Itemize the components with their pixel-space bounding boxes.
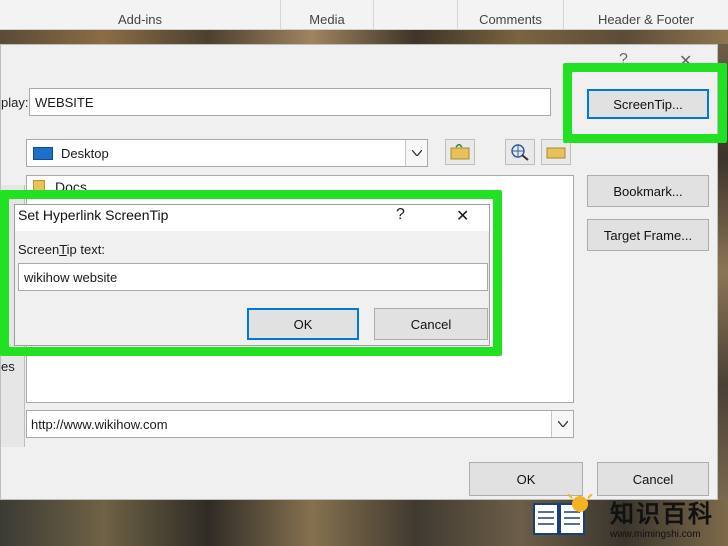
help-icon[interactable]: ? [396, 206, 405, 224]
desktop-icon [33, 146, 53, 160]
cancel-button-label: Cancel [632, 471, 674, 487]
background-photo-top [0, 30, 728, 44]
label-mnemonic: T [59, 242, 67, 257]
list-item[interactable]: Docs [33, 179, 87, 195]
bookmark-button-label: Bookmark... [613, 183, 683, 199]
ribbon-bar: Add-ins Media Comments Header & Footer [0, 0, 728, 30]
ribbon-group-label: Header & Footer [597, 11, 695, 27]
ribbon-spacer [373, 0, 457, 30]
link-to-label-partial: d [1, 273, 9, 288]
chevron-down-icon[interactable] [551, 411, 573, 437]
screentip-text-field[interactable]: wikihow website [18, 263, 488, 291]
dialog-title: Set Hyperlink ScreenTip [18, 207, 169, 223]
ok-button-label: OK [293, 316, 313, 332]
ribbon-group-comments[interactable]: Comments [457, 0, 563, 30]
screentip-text-label: ScreenTip text: [18, 242, 105, 257]
watermark-url: www.mimingshi.com [610, 529, 701, 540]
look-in-value: Desktop [61, 145, 109, 161]
ok-button-label: OK [516, 471, 536, 487]
ribbon-group-label: Add-ins [117, 11, 163, 27]
label-part: ip text: [66, 242, 105, 257]
target-frame-button-label: Target Frame... [603, 227, 693, 243]
list-item-label: Docs [55, 179, 87, 195]
target-frame-button[interactable]: Target Frame... [587, 219, 709, 251]
browse-file-icon[interactable] [541, 139, 571, 165]
help-icon[interactable]: ? [619, 51, 628, 69]
watermark: 知识百科 www.mimingshi.com [524, 486, 728, 546]
bookmark-button[interactable]: Bookmark... [587, 175, 709, 207]
screentip-ok-button[interactable]: OK [247, 308, 359, 340]
chevron-down-icon[interactable] [405, 140, 427, 166]
ribbon-group-header-footer[interactable]: Header & Footer [563, 0, 728, 30]
folder-icon [33, 180, 45, 194]
link-to-label-partial: es [1, 359, 15, 374]
close-icon[interactable]: ✕ [679, 51, 692, 71]
ribbon-group-label: Comments [479, 11, 542, 27]
cancel-button-label: Cancel [410, 316, 452, 332]
screentip-button-label: ScreenTip... [613, 96, 683, 112]
address-combo[interactable]: http://www.wikihow.com [26, 410, 574, 438]
label-part: Screen [18, 242, 60, 257]
set-hyperlink-screentip-dialog: Set Hyperlink ScreenTip ? ✕ ScreenTip te… [14, 204, 490, 346]
ribbon-group-label: Media [309, 11, 345, 27]
browse-web-icon[interactable] [505, 139, 535, 165]
ribbon-group-media[interactable]: Media [280, 0, 373, 30]
up-folder-icon[interactable] [445, 139, 475, 165]
watermark-title: 知识百科 [610, 501, 714, 528]
screentip-titlebar: Set Hyperlink ScreenTip ? ✕ [15, 205, 489, 231]
screentip-button[interactable]: ScreenTip... [587, 89, 709, 119]
close-icon[interactable]: ✕ [456, 206, 469, 226]
screentip-cancel-button[interactable]: Cancel [374, 308, 488, 340]
text-to-display-field[interactable]: WEBSITE [29, 88, 551, 116]
background-photo-right [718, 44, 728, 500]
look-in-combo[interactable]: Desktop [26, 139, 428, 167]
address-value: http://www.wikihow.com [31, 416, 168, 432]
ribbon-group-add-ins[interactable]: Add-ins [0, 0, 280, 30]
text-to-display-label: play: [1, 95, 29, 110]
book-lightbulb-icon [532, 490, 594, 541]
